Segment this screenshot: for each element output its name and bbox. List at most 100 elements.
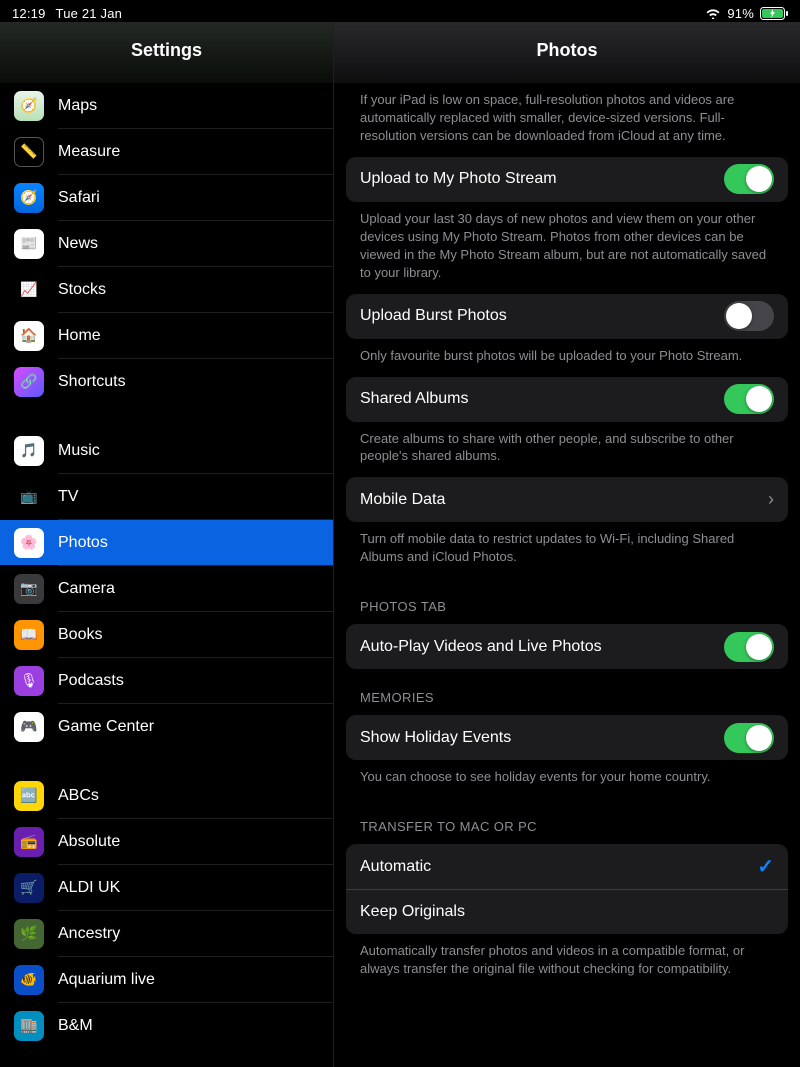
news-icon: 📰: [14, 229, 44, 259]
sidebar-item-bm[interactable]: 🏬 B&M: [0, 1003, 333, 1048]
sidebar-item-photos[interactable]: 🌸Photos: [0, 520, 333, 565]
abcs-icon: 🔤: [14, 781, 44, 811]
bm-icon: 🏬: [14, 1011, 44, 1041]
podcasts-icon: 🎙: [14, 666, 44, 696]
battery-icon: [760, 7, 788, 20]
sidebar-item-label: ALDI UK: [58, 879, 333, 897]
sidebar-item-ancestry[interactable]: 🌿 Ancestry: [0, 911, 333, 956]
aldi-icon: 🛒: [14, 873, 44, 903]
sidebar-item-camera[interactable]: 📷Camera: [0, 566, 333, 611]
maps-icon: 🧭: [14, 91, 44, 121]
shared-albums-row[interactable]: Shared Albums: [346, 377, 788, 422]
sidebar-item-label: Aquarium live: [58, 971, 333, 989]
sidebar-item-books[interactable]: 📖 Books: [0, 612, 333, 657]
safari-icon: 🧭: [14, 183, 44, 213]
holiday-footer: You can choose to see holiday events for…: [346, 760, 788, 798]
upload-burst-row[interactable]: Upload Burst Photos: [346, 294, 788, 339]
sidebar-item-label: Music: [58, 442, 333, 460]
sidebar-item-label: Books: [58, 626, 333, 644]
shortcuts-icon: 🔗: [14, 367, 44, 397]
detail-title: Photos: [334, 22, 800, 83]
wifi-icon: [705, 7, 721, 19]
shared-albums-label: Shared Albums: [360, 390, 724, 408]
measure-icon: 📏: [14, 137, 44, 167]
sidebar-item-home[interactable]: 🏠 Home: [0, 313, 333, 358]
sidebar-item-label: B&M: [58, 1017, 333, 1035]
sidebar-item-abcs[interactable]: 🔤 ABCs: [0, 773, 333, 818]
sidebar-item-aquarium[interactable]: 🐠Aquarium live: [0, 957, 333, 1002]
shared-albums-switch[interactable]: [724, 384, 774, 414]
gamecenter-icon: 🎮: [14, 712, 44, 742]
transfer-keep-label: Keep Originals: [360, 903, 774, 921]
sidebar-item-label: News: [58, 235, 333, 253]
sidebar-item-label: Home: [58, 327, 333, 345]
status-battery-pct: 91%: [727, 6, 754, 21]
mobile-data-footer: Turn off mobile data to restrict updates…: [346, 522, 788, 578]
sidebar-item-label: Game Center: [58, 718, 333, 736]
ancestry-icon: 🌿: [14, 919, 44, 949]
upload-photo-stream-row[interactable]: Upload to My Photo Stream: [346, 157, 788, 202]
photos-tab-header: PHOTOS TAB: [346, 578, 788, 624]
sidebar-item-gamecenter[interactable]: 🎮 Game Center: [0, 704, 333, 749]
sidebar-item-label: Stocks: [58, 281, 333, 299]
sidebar-item-stocks[interactable]: 📈 Stocks: [0, 267, 333, 312]
sidebar-item-label: Podcasts: [58, 672, 333, 690]
status-bar: 12:19 Tue 21 Jan 91%: [0, 0, 800, 22]
sidebar-item-music[interactable]: 🎵 Music: [0, 428, 333, 473]
sidebar-item-podcasts[interactable]: 🎙 Podcasts: [0, 658, 333, 703]
sidebar-item-label: Absolute: [58, 833, 333, 851]
books-icon: 📖: [14, 620, 44, 650]
sidebar-item-safari[interactable]: 🧭 Safari: [0, 175, 333, 220]
home-icon: 🏠: [14, 321, 44, 351]
sidebar-item-label: Measure: [58, 143, 333, 161]
autoplay-label: Auto-Play Videos and Live Photos: [360, 638, 724, 656]
stocks-icon: 📈: [14, 275, 44, 305]
mobile-data-label: Mobile Data: [360, 491, 768, 509]
mobile-data-row[interactable]: Mobile Data ›: [346, 477, 788, 522]
holiday-switch[interactable]: [724, 723, 774, 753]
chevron-right-icon: ›: [768, 489, 774, 510]
upload-burst-switch[interactable]: [724, 301, 774, 331]
sidebar-item-label: Ancestry: [58, 925, 333, 943]
transfer-header: TRANSFER TO MAC OR PC: [346, 798, 788, 844]
sidebar-item-label: Photos: [58, 534, 333, 552]
detail-pane: Photos If your iPad is low on space, ful…: [334, 22, 800, 1067]
sidebar-title: Settings: [0, 22, 333, 83]
holiday-label: Show Holiday Events: [360, 729, 724, 747]
autoplay-switch[interactable]: [724, 632, 774, 662]
sidebar-item-label: Shortcuts: [58, 373, 333, 391]
checkmark-icon: ✓: [757, 854, 774, 879]
upload-burst-label: Upload Burst Photos: [360, 307, 724, 325]
upload-photo-stream-switch[interactable]: [724, 164, 774, 194]
upload-photo-stream-label: Upload to My Photo Stream: [360, 170, 724, 188]
sidebar-item-aldi[interactable]: 🛒 ALDI UK: [0, 865, 333, 910]
transfer-automatic-row[interactable]: Automatic ✓: [346, 844, 788, 889]
sidebar-item-label: Camera: [58, 580, 333, 598]
sidebar-item-label: Maps: [58, 97, 333, 115]
sidebar-item-shortcuts[interactable]: 🔗 Shortcuts: [0, 359, 333, 404]
sidebar-item-label: TV: [58, 488, 333, 506]
absolute-icon: 📻: [14, 827, 44, 857]
sidebar-item-absolute[interactable]: 📻 Absolute: [0, 819, 333, 864]
sidebar-item-tv[interactable]: 📺 TV: [0, 474, 333, 519]
upload-burst-footer: Only favourite burst photos will be uplo…: [346, 339, 788, 377]
transfer-keep-row[interactable]: Keep Originals: [346, 889, 788, 934]
sidebar-list[interactable]: 🧭 Maps 📏 Measure 🧭 Safari 📰 News 📈 Stocks 🏠 Home 🔗 Sh…: [0, 83, 333, 1067]
sidebar-item-label: Safari: [58, 189, 333, 207]
transfer-footer: Automatically transfer photos and videos…: [346, 934, 788, 990]
tv-icon: 📺: [14, 482, 44, 512]
status-date: Tue 21 Jan: [56, 6, 123, 21]
transfer-automatic-label: Automatic: [360, 858, 757, 876]
upload-photo-stream-footer: Upload your last 30 days of new photos a…: [346, 202, 788, 294]
holiday-row[interactable]: Show Holiday Events: [346, 715, 788, 760]
sidebar-item-measure[interactable]: 📏 Measure: [0, 129, 333, 174]
status-time: 12:19: [12, 6, 46, 21]
sidebar-item-label: ABCs: [58, 787, 333, 805]
detail-scroll[interactable]: If your iPad is low on space, full-resol…: [334, 83, 800, 1067]
music-icon: 🎵: [14, 436, 44, 466]
icloud-intro-text: If your iPad is low on space, full-resol…: [346, 83, 788, 157]
sidebar-item-maps[interactable]: 🧭 Maps: [0, 83, 333, 128]
sidebar-item-news[interactable]: 📰 News: [0, 221, 333, 266]
shared-albums-footer: Create albums to share with other people…: [346, 422, 788, 478]
autoplay-row[interactable]: Auto-Play Videos and Live Photos: [346, 624, 788, 669]
